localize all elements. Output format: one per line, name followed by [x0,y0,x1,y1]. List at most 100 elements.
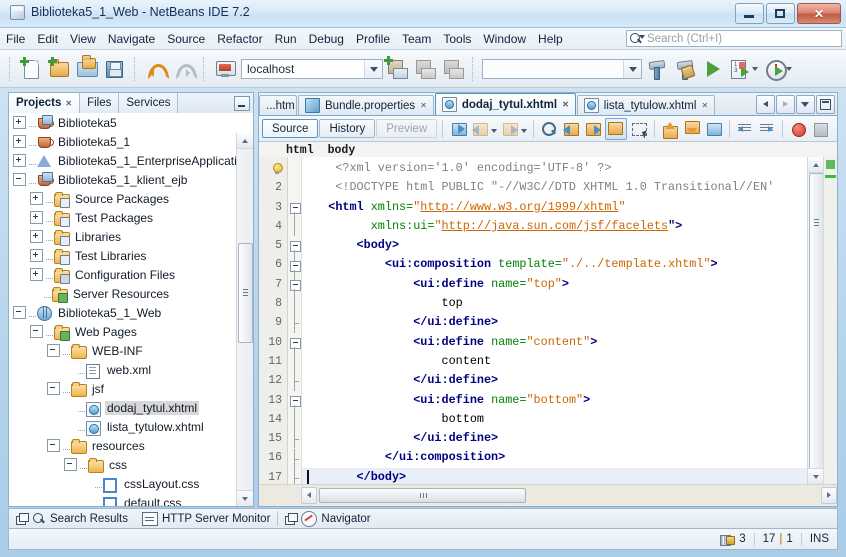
restore-window-icon[interactable] [285,513,299,525]
scroll-tabs-right-button[interactable] [776,95,795,114]
code-line[interactable]: bottom [302,410,837,429]
next-error-button[interactable] [682,119,702,139]
collapse-icon[interactable] [13,306,26,319]
stop-macro-recording-button[interactable] [810,119,830,139]
menu-tools[interactable]: Tools [437,30,477,48]
code-line[interactable]: top [302,294,837,313]
editor-tab-lista-tytulow[interactable]: lista_tytulow.xhtml ✕ [576,95,716,115]
scrollbar-thumb[interactable] [809,173,824,475]
restore-window-icon[interactable] [16,513,29,525]
fold-toggle-icon[interactable] [290,395,301,407]
clean-and-build-button[interactable] [670,55,698,83]
breadcrumb-html[interactable]: html [286,144,314,157]
editor-vertical-scrollbar[interactable] [807,157,824,484]
code-line[interactable]: content [302,352,837,371]
scroll-right-button[interactable] [821,487,837,504]
find-selection-button[interactable] [539,119,559,139]
tab-services[interactable]: Services [119,93,179,113]
scroll-down-button[interactable] [237,490,253,506]
fold-toggle-icon[interactable] [290,202,301,214]
tree-item-web-inf[interactable]: WEB-INF [9,341,253,360]
code-line[interactable]: <body> [302,236,837,255]
hscrollbar-thumb[interactable] [319,488,526,503]
collapse-icon[interactable] [47,382,60,395]
chevron-down-icon[interactable] [491,129,498,133]
add-server-button[interactable] [383,55,411,83]
tree-item-csslayout-css[interactable]: cssLayout.css [9,474,253,493]
expand-icon[interactable] [30,230,43,243]
scroll-up-button[interactable] [808,157,824,173]
tree-item-lista-tytulow-xhtml[interactable]: lista_tytulow.xhtml [9,417,253,436]
bottom-window-navigator[interactable]: Navigator [278,510,377,527]
code-line[interactable]: <ui:define name="top"> [302,275,837,294]
view-mode-source[interactable]: Source [262,119,319,138]
code-line[interactable]: </body> [302,467,837,484]
collapse-icon[interactable] [64,458,77,471]
bottom-window-http-monitor[interactable]: HTTP Server Monitor [135,511,277,526]
tree-item-test-packages[interactable]: Test Packages [9,208,253,227]
server-stack-button[interactable] [439,55,467,83]
editor-horizontal-scrollbar[interactable] [259,484,837,506]
tree-item-biblioteka5[interactable]: Biblioteka5 [9,113,253,132]
debug-project-button[interactable]: 13 [726,55,760,83]
tree-item-libraries[interactable]: Libraries [9,227,253,246]
tree-item-source-packages[interactable]: Source Packages [9,189,253,208]
open-project-button[interactable] [73,54,101,83]
code-line[interactable]: <ui:composition template="./../template.… [302,255,837,274]
expand-icon[interactable] [13,154,26,167]
redo-button[interactable] [170,55,198,83]
new-project-button[interactable] [45,55,73,83]
view-mode-history[interactable]: History [319,119,376,138]
code-folding-column[interactable] [288,157,302,499]
collapse-icon[interactable] [30,325,43,338]
fold-toggle-icon[interactable] [290,260,301,272]
menu-window[interactable]: Window [477,30,532,48]
back-button[interactable] [470,119,490,139]
chevron-down-icon[interactable] [623,59,641,78]
next-bookmark-button[interactable] [583,119,603,139]
collapse-icon[interactable] [13,173,26,186]
menu-view[interactable]: View [64,30,102,48]
code-line[interactable]: <html xmlns= "http://www.w3.org/1999/xhtm… [302,198,837,217]
collapse-icon[interactable] [47,439,60,452]
scroll-left-button[interactable] [301,487,317,504]
collapse-icon[interactable] [47,344,60,357]
tree-item-biblioteka5-1-web[interactable]: Biblioteka5_1_Web [9,303,253,322]
bottom-window-search-results[interactable]: Search Results [9,512,135,525]
tab-projects[interactable]: Projects ✕ [9,93,81,113]
build-project-button[interactable] [642,55,670,83]
code-line[interactable]: </ui:define> [302,371,837,390]
close-icon[interactable]: ✕ [420,101,427,110]
editor-tab-bundle-properties[interactable]: Bundle.properties ✕ [298,95,434,115]
menu-source[interactable]: Source [161,30,211,48]
insert-mode-cell[interactable]: INS [800,532,837,546]
close-icon[interactable]: ✕ [701,101,708,110]
expand-icon[interactable] [30,192,43,205]
menu-team[interactable]: Team [396,30,437,48]
menu-file[interactable]: File [0,30,31,48]
tree-item-biblioteka5-1[interactable]: Biblioteka5_1 [9,132,253,151]
tree-item-configuration-files[interactable]: Configuration Files [9,265,253,284]
minimize-button[interactable] [735,3,764,24]
breadcrumb-body[interactable]: body [328,144,356,157]
run-project-button[interactable] [698,55,726,83]
menu-refactor[interactable]: Refactor [211,30,268,48]
server-combo[interactable]: localhost [241,58,383,79]
code-line[interactable]: <ui:define name="content"> [302,333,837,352]
tree-item-jsf[interactable]: jsf [9,379,253,398]
global-search-box[interactable]: Search (Ctrl+I) [626,30,842,47]
tree-item-test-libraries[interactable]: Test Libraries [9,246,253,265]
expand-icon[interactable] [13,116,26,129]
tree-vertical-scrollbar[interactable] [236,133,253,506]
tab-files[interactable]: Files [80,93,120,113]
last-edit-position-button[interactable] [448,119,468,139]
profile-project-button[interactable] [760,55,794,83]
fold-toggle-icon[interactable] [290,279,301,291]
scrollbar-thumb[interactable] [238,243,253,343]
menu-edit[interactable]: Edit [31,30,64,48]
tree-item-web-pages[interactable]: Web Pages [9,322,253,341]
new-file-button[interactable] [17,55,45,83]
menu-debug[interactable]: Debug [303,30,350,48]
tree-item-default-css[interactable]: default.css [9,493,253,506]
code-line[interactable]: <!DOCTYPE html PUBLIC "-//W3C//DTD XHTML… [302,178,837,197]
